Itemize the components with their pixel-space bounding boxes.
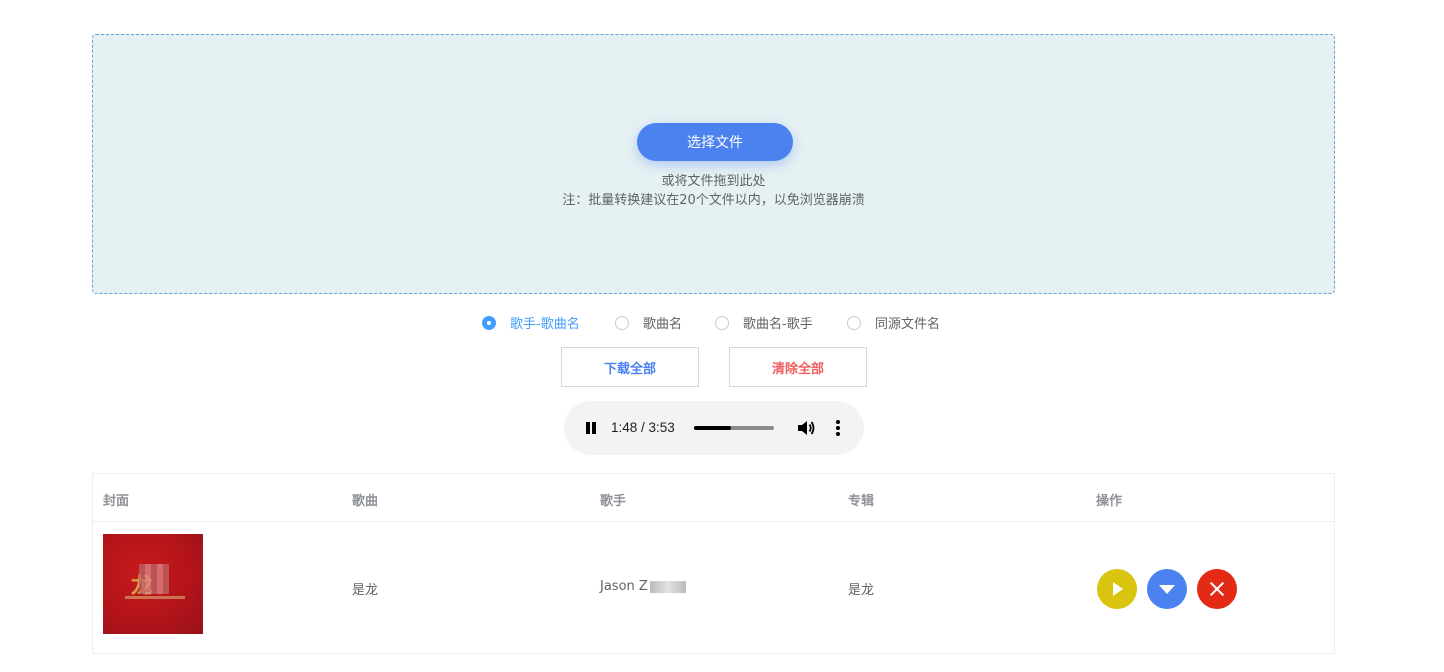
download-all-button[interactable]: 下载全部 xyxy=(561,347,699,387)
radio-label: 歌曲名 xyxy=(643,317,683,332)
header-cover: 封面 xyxy=(103,494,130,509)
table-row: 龙 是龙 Jason Z 是龙 xyxy=(93,522,1334,653)
audio-player: 1:48 / 3:53 xyxy=(564,401,864,455)
cover-blur-patch xyxy=(139,564,169,594)
clear-all-button[interactable]: 清除全部 xyxy=(729,347,867,387)
radio-checked-icon xyxy=(482,315,496,330)
radio-unchecked-icon xyxy=(715,315,729,330)
more-options-icon[interactable] xyxy=(834,420,842,436)
progress-fill xyxy=(694,426,731,430)
radio-label: 歌曲名-歌手 xyxy=(743,317,813,332)
header-singer: 歌手 xyxy=(600,494,627,509)
album-cover-image: 龙 xyxy=(103,534,203,634)
progress-slider[interactable] xyxy=(694,426,774,430)
cell-singer: Jason Z xyxy=(600,579,686,594)
radio-singer-song[interactable]: 歌手-歌曲名 xyxy=(482,313,580,332)
radio-label: 歌手-歌曲名 xyxy=(510,317,580,332)
cell-album: 是龙 xyxy=(848,583,875,598)
radio-unchecked-icon xyxy=(615,315,629,330)
header-song: 歌曲 xyxy=(352,494,379,509)
volume-icon[interactable] xyxy=(796,419,816,437)
radio-song[interactable]: 歌曲名 xyxy=(615,313,682,332)
singer-name: Jason Z xyxy=(600,579,648,594)
upload-dropzone[interactable]: 选择文件 或将文件拖到此处 注：批量转换建议在20个文件以内，以免浏览器崩溃 xyxy=(92,34,1335,294)
play-button[interactable] xyxy=(1097,569,1137,609)
table-header: 封面 歌曲 歌手 专辑 操作 xyxy=(93,474,1334,522)
batch-note: 注：批量转换建议在20个文件以内，以免浏览器崩溃 xyxy=(562,193,865,208)
cell-song: 是龙 xyxy=(352,583,379,598)
song-table: 封面 歌曲 歌手 专辑 操作 龙 是龙 Jason Z 是龙 xyxy=(92,473,1335,654)
delete-button[interactable] xyxy=(1197,569,1237,609)
radio-source-filename[interactable]: 同源文件名 xyxy=(847,313,940,332)
pause-icon[interactable] xyxy=(584,421,598,435)
select-file-button[interactable]: 选择文件 xyxy=(637,123,793,161)
radio-label: 同源文件名 xyxy=(875,317,941,332)
drag-hint: 或将文件拖到此处 xyxy=(661,174,766,189)
cover-art-line xyxy=(125,596,185,599)
header-actions: 操作 xyxy=(1096,494,1123,509)
naming-format-group: 歌手-歌曲名 歌曲名 歌曲名-歌手 同源文件名 xyxy=(0,313,1444,333)
blurred-text xyxy=(649,580,686,593)
radio-unchecked-icon xyxy=(847,315,861,330)
download-button[interactable] xyxy=(1147,569,1187,609)
radio-song-singer[interactable]: 歌曲名-歌手 xyxy=(715,313,813,332)
playback-time: 1:48 / 3:53 xyxy=(611,420,675,435)
header-album: 专辑 xyxy=(848,494,875,509)
